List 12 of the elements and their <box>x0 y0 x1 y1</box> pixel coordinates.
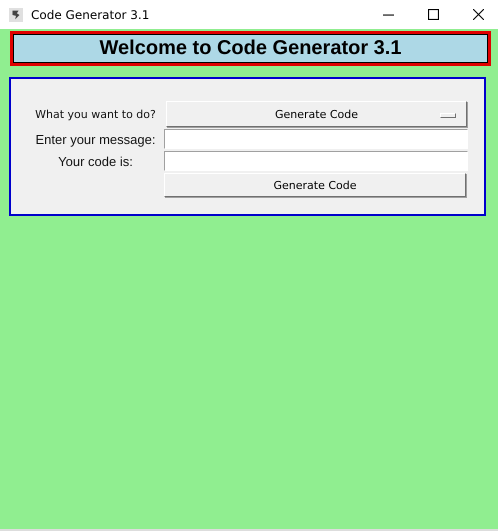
window-title: Code Generator 3.1 <box>31 8 150 22</box>
generate-button[interactable]: Generate Code <box>164 173 466 197</box>
code-field[interactable] <box>164 151 468 171</box>
close-icon[interactable] <box>473 9 484 20</box>
message-field[interactable] <box>164 129 468 149</box>
app-icon <box>9 8 23 22</box>
message-label: Enter your message: <box>34 132 156 146</box>
code-label: Your code is: <box>57 154 134 168</box>
action-dropdown[interactable]: Generate Code <box>166 101 467 127</box>
header-title: Welcome to Code Generator 3.1 <box>14 35 487 62</box>
maximize-icon[interactable] <box>428 9 439 20</box>
action-label: What you want to do? <box>34 108 157 120</box>
